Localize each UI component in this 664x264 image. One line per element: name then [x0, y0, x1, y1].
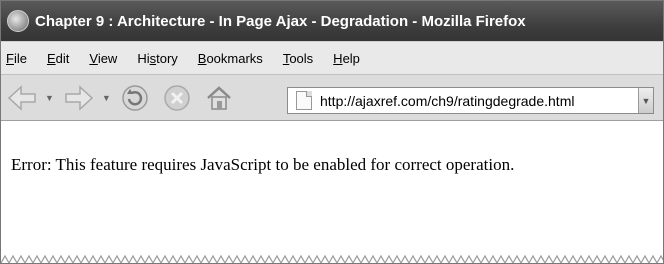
stop-icon	[164, 84, 190, 111]
error-message: Error: This feature requires JavaScript …	[11, 155, 515, 174]
reload-button[interactable]	[121, 84, 149, 112]
menu-history[interactable]: History	[135, 51, 177, 66]
address-bar[interactable]: http://ajaxref.com/ch9/ratingdegrade.htm…	[287, 87, 654, 114]
home-icon	[207, 85, 231, 110]
menu-help[interactable]: Help	[331, 51, 360, 66]
forward-arrow-icon	[65, 84, 94, 111]
menu-view[interactable]: View	[87, 51, 117, 66]
back-arrow-icon	[7, 84, 36, 111]
forward-history-dropdown-icon[interactable]: ▼	[102, 93, 111, 103]
browser-window: Chapter 9 : Architecture - In Page Ajax …	[0, 0, 664, 264]
stop-button[interactable]	[163, 84, 191, 112]
home-button[interactable]	[205, 84, 233, 112]
url-text[interactable]: http://ajaxref.com/ch9/ratingdegrade.htm…	[320, 93, 574, 109]
back-history-dropdown-icon[interactable]: ▼	[45, 93, 54, 103]
menu-bookmarks[interactable]: Bookmarks	[196, 51, 263, 66]
url-dropdown-icon[interactable]: ▼	[638, 88, 653, 113]
window-title: Chapter 9 : Architecture - In Page Ajax …	[35, 12, 526, 30]
firefox-icon	[7, 10, 29, 32]
title-bar: Chapter 9 : Architecture - In Page Ajax …	[1, 1, 663, 41]
menu-tools[interactable]: Tools	[281, 51, 313, 66]
menu-file[interactable]: File	[4, 51, 27, 66]
back-button[interactable]	[7, 84, 37, 111]
menu-bar: File Edit View History Bookmarks Tools H…	[1, 41, 663, 74]
reload-icon	[122, 84, 148, 111]
menu-edit[interactable]: Edit	[45, 51, 69, 66]
page-content: Error: This feature requires JavaScript …	[1, 121, 663, 263]
page-icon	[296, 91, 312, 110]
torn-edge	[1, 254, 663, 263]
forward-button[interactable]	[64, 84, 94, 111]
